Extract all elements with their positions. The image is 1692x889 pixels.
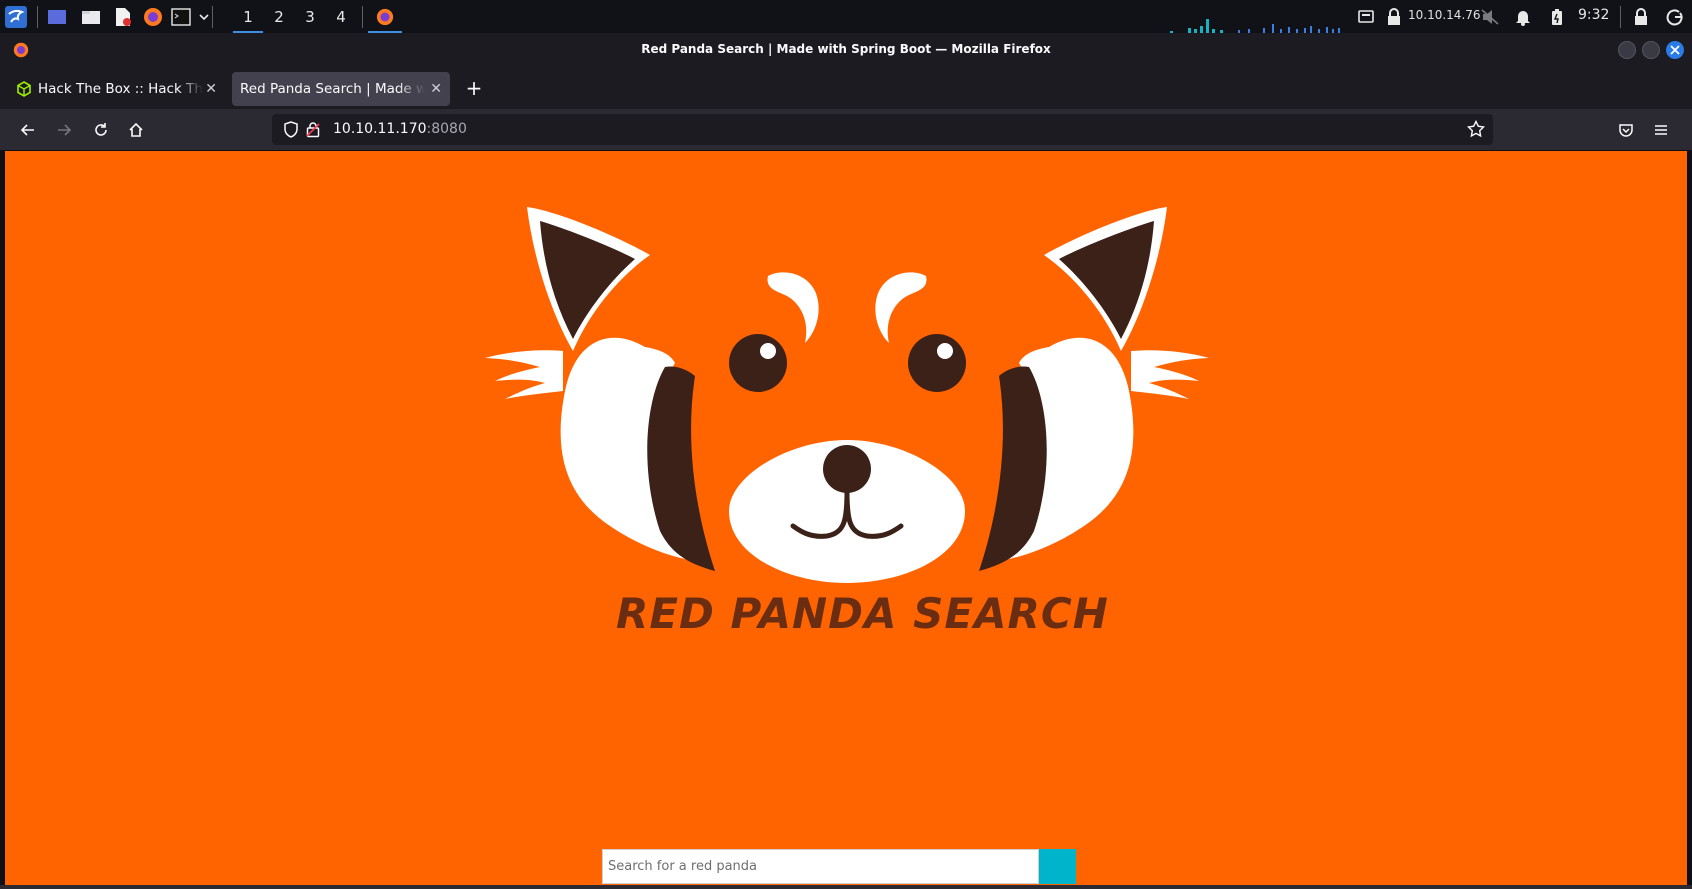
red-panda-logo (485, 207, 1209, 583)
tab-title: Red Panda Search | Made with Spring Boot (240, 81, 425, 97)
volume-muted-icon[interactable] (1479, 6, 1501, 28)
workspace-4[interactable]: 4 (326, 0, 356, 33)
network-graph (1170, 19, 1340, 33)
arrow-right-icon (58, 124, 72, 136)
url-text[interactable]: 10.10.11.170:8080 (333, 121, 467, 137)
close-tab-icon[interactable]: ✕ (430, 81, 442, 97)
top-panel: 1 2 3 4 10.10.14.76 9:32 (0, 0, 1692, 33)
window-title: Red Panda Search | Made with Spring Boot… (641, 42, 1051, 56)
new-tab-button[interactable]: + (463, 76, 485, 100)
home-button[interactable] (123, 117, 149, 143)
firefox-icon (376, 8, 394, 25)
tab-strip: Hack The Box :: Hack The Box ✕ Red Panda… (0, 67, 1692, 109)
search-form (602, 849, 1076, 884)
close-tab-icon[interactable]: ✕ (205, 81, 217, 97)
pocket-button[interactable] (1613, 117, 1639, 143)
file-manager-icon[interactable] (80, 6, 102, 28)
tracking-shield-icon[interactable] (283, 121, 299, 142)
close-window-button[interactable] (1666, 41, 1684, 59)
navigation-toolbar: 10.10.11.170:8080 (0, 109, 1692, 150)
search-button[interactable] (1039, 849, 1076, 884)
lock-screen-icon[interactable] (1630, 6, 1652, 28)
notification-bell-icon[interactable] (1512, 6, 1534, 28)
display-icon[interactable] (1355, 6, 1377, 28)
back-button[interactable] (15, 117, 41, 143)
close-icon (1670, 45, 1680, 55)
reload-icon (95, 123, 107, 136)
clock[interactable]: 9:32 (1578, 7, 1609, 23)
workspace-switcher-icon[interactable] (46, 6, 68, 28)
url-bar[interactable]: 10.10.11.170:8080 (272, 114, 1493, 145)
vpn-lock-icon[interactable] (1383, 6, 1405, 28)
panel-separator (212, 6, 213, 28)
workspace-1[interactable]: 1 (233, 0, 263, 33)
panel-separator (1620, 6, 1621, 28)
insecure-lock-icon[interactable] (306, 121, 320, 142)
url-port: :8080 (426, 121, 467, 137)
kali-menu-icon[interactable] (5, 6, 27, 28)
power-icon[interactable] (1664, 6, 1686, 28)
vpn-ip-address: 10.10.14.76 (1408, 8, 1481, 22)
tab-hack-the-box[interactable]: Hack The Box :: Hack The Box ✕ (8, 72, 225, 106)
battery-icon[interactable] (1546, 6, 1568, 28)
tab-red-panda-search[interactable]: Red Panda Search | Made with Spring Boot… (232, 72, 450, 106)
hamburger-menu-icon (1655, 125, 1667, 135)
panel-separator (362, 6, 363, 28)
forward-button[interactable] (51, 117, 77, 143)
logo-wordmark: RED PANDA SEARCH (616, 589, 1109, 638)
htb-cube-icon (17, 81, 31, 97)
minimize-button[interactable] (1618, 41, 1636, 59)
tab-title: Hack The Box :: Hack The Box (38, 81, 203, 97)
arrow-left-icon (20, 124, 34, 136)
maximize-button[interactable] (1642, 41, 1660, 59)
url-host: 10.10.11.170 (333, 121, 427, 137)
text-editor-icon[interactable] (112, 6, 134, 28)
window-bottom-border (0, 885, 1692, 889)
firefox-launcher-icon[interactable] (142, 6, 164, 28)
taskbar-firefox-window[interactable] (368, 0, 402, 33)
app-menu-button[interactable] (1648, 117, 1674, 143)
window-titlebar[interactable]: Red Panda Search | Made with Spring Boot… (0, 33, 1692, 67)
workspace-2[interactable]: 2 (264, 0, 294, 33)
reload-button[interactable] (88, 117, 114, 143)
bookmark-star-icon[interactable] (1467, 119, 1485, 142)
home-icon (129, 122, 143, 137)
search-input[interactable] (602, 849, 1039, 884)
panel-separator (37, 6, 38, 28)
terminal-icon[interactable] (170, 6, 192, 28)
page-content: RED PANDA SEARCH (5, 151, 1687, 885)
workspace-3[interactable]: 3 (295, 0, 325, 33)
pocket-icon (1619, 124, 1633, 137)
